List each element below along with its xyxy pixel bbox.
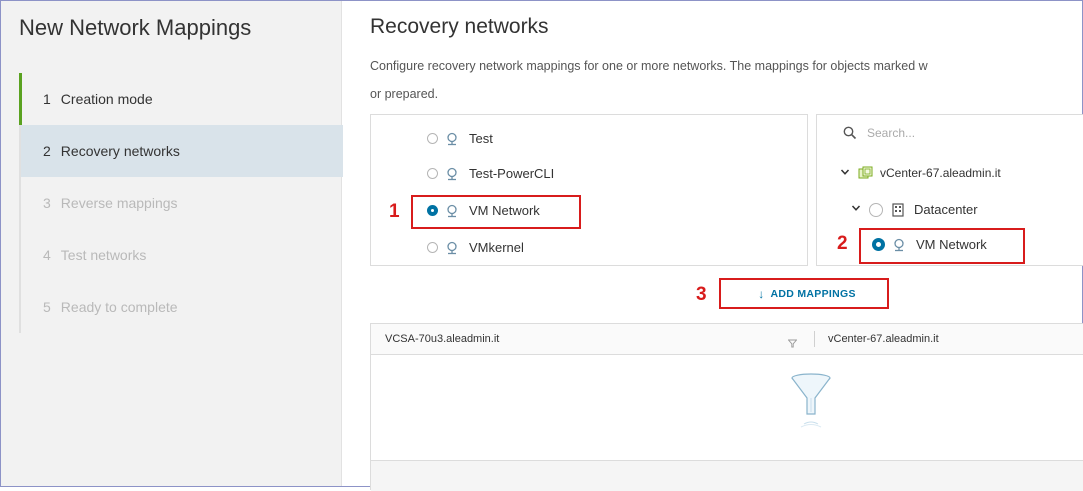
description-line: or prepared. — [370, 87, 439, 101]
page-title: Recovery networks — [370, 15, 549, 38]
network-icon — [445, 241, 459, 255]
step-label: Creation mode — [60, 91, 153, 107]
filter-icon[interactable] — [787, 335, 798, 353]
radio-button[interactable] — [869, 202, 883, 217]
search-icon — [843, 126, 857, 140]
description-line: Configure recovery network mappings for … — [370, 59, 928, 73]
column-header-source[interactable]: VCSA-70u3.aleadmin.it — [385, 324, 499, 354]
annotation-number-3: 3 — [696, 284, 707, 305]
annotation-number-2: 2 — [837, 233, 848, 254]
step-number: 3 — [43, 195, 51, 211]
annotation-box-1 — [411, 195, 581, 229]
step-label: Recovery networks — [60, 143, 180, 159]
step-number: 2 — [43, 143, 51, 159]
annotation-box-2 — [859, 228, 1025, 264]
network-label: Test — [469, 131, 493, 146]
step-label: Ready to complete — [60, 299, 178, 315]
radio-button[interactable] — [427, 168, 438, 179]
wizard-sidebar: New Network Mappings 1 Creation mode 2 R… — [1, 1, 343, 486]
tree-node-datacenter[interactable]: Datacenter — [851, 202, 978, 217]
page-description: Configure recovery network mappings for … — [370, 52, 1075, 108]
datacenter-label: Datacenter — [914, 202, 978, 217]
network-icon — [445, 132, 459, 146]
step-number: 1 — [43, 91, 51, 107]
annotation-box-3 — [719, 278, 889, 309]
source-network-test-powercli[interactable]: Test-PowerCLI — [427, 166, 554, 181]
step-label: Test networks — [60, 247, 147, 263]
grid-footer — [371, 460, 1083, 491]
search-input[interactable]: Search... — [843, 126, 915, 140]
step-reverse-mappings: 3 Reverse mappings — [21, 177, 343, 229]
mappings-grid: VCSA-70u3.aleadmin.it vCenter-67.aleadmi… — [370, 323, 1083, 491]
step-label: Reverse mappings — [60, 195, 178, 211]
chevron-down-icon[interactable] — [851, 203, 861, 216]
tree-node-vcenter[interactable]: vCenter-67.aleadmin.it — [840, 166, 1001, 180]
radio-button[interactable] — [427, 242, 438, 253]
vcenter-label: vCenter-67.aleadmin.it — [880, 166, 1001, 180]
step-test-networks: 4 Test networks — [21, 229, 343, 281]
wizard-title: New Network Mappings — [19, 15, 252, 40]
grid-header: VCSA-70u3.aleadmin.it vCenter-67.aleadmi… — [371, 324, 1083, 355]
network-icon — [445, 167, 459, 181]
network-label: VMkernel — [469, 240, 524, 255]
source-network-vmkernel[interactable]: VMkernel — [427, 240, 524, 255]
search-placeholder: Search... — [867, 126, 916, 140]
step-recovery-networks[interactable]: 2 Recovery networks — [21, 125, 343, 177]
empty-filter-icon — [789, 372, 833, 435]
step-number: 5 — [43, 299, 51, 315]
step-creation-mode[interactable]: 1 Creation mode — [19, 73, 343, 125]
datacenter-icon — [891, 202, 905, 217]
source-network-test[interactable]: Test — [427, 131, 493, 146]
column-header-target[interactable]: vCenter-67.aleadmin.it — [828, 324, 939, 354]
vcenter-icon — [858, 166, 874, 180]
step-number: 4 — [43, 247, 51, 263]
wizard-steps: 1 Creation mode 2 Recovery networks 3 Re… — [19, 73, 343, 333]
network-label: Test-PowerCLI — [469, 166, 555, 181]
annotation-number-1: 1 — [389, 201, 400, 222]
column-separator[interactable] — [814, 331, 815, 347]
chevron-down-icon[interactable] — [840, 167, 850, 180]
step-ready-to-complete: 5 Ready to complete — [21, 281, 343, 333]
radio-button[interactable] — [427, 133, 438, 144]
